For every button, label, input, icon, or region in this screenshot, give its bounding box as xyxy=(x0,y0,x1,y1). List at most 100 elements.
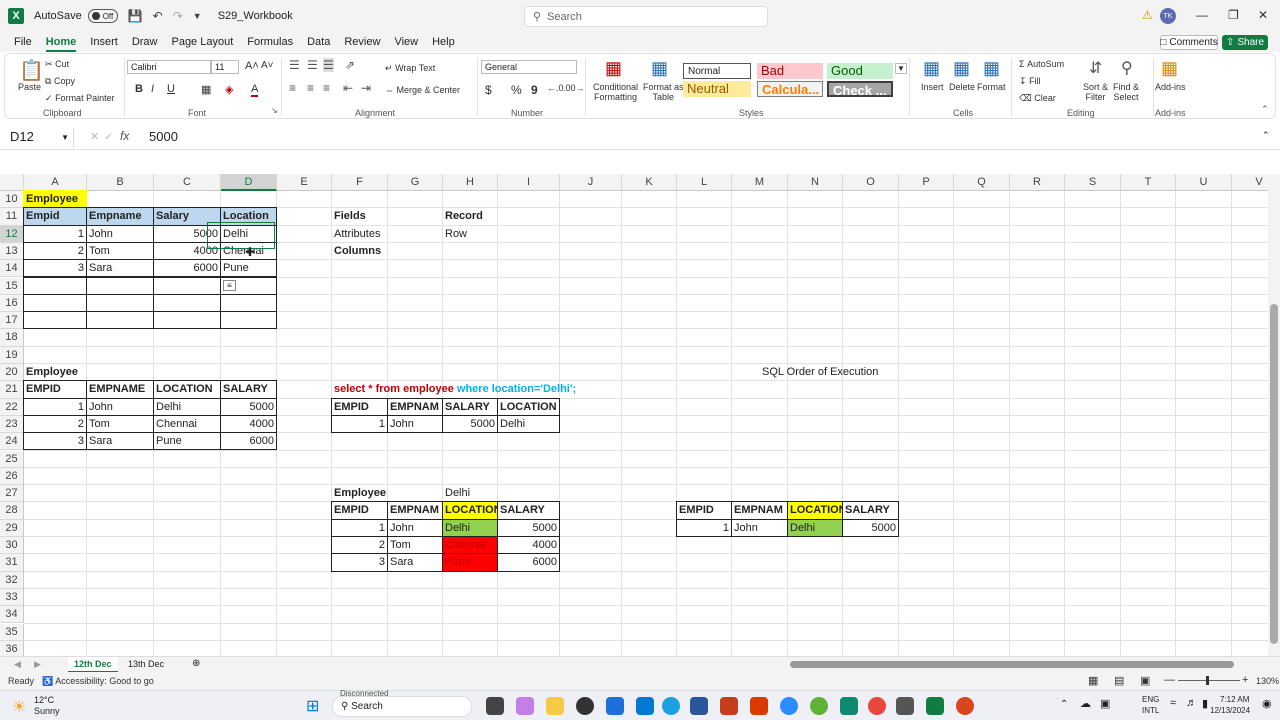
scrollbar-thumb[interactable] xyxy=(1270,304,1278,644)
row-header-12[interactable]: 12 xyxy=(0,225,24,243)
collapse-ribbon-icon[interactable]: ⌃ xyxy=(1261,104,1269,115)
row-header-27[interactable]: 27 xyxy=(0,485,24,503)
table-cell[interactable]: 3 xyxy=(331,553,388,572)
zoom-icon[interactable] xyxy=(780,697,798,715)
table-cell[interactable]: 4000 xyxy=(497,536,560,555)
column-label[interactable]: SALARY xyxy=(442,397,498,416)
empty-cell[interactable] xyxy=(86,293,154,313)
row-header-26[interactable]: 26 xyxy=(0,467,24,486)
zoom-in-icon[interactable]: + xyxy=(1242,674,1248,686)
table-cell[interactable]: 1 xyxy=(23,224,87,243)
whatsapp-icon[interactable] xyxy=(810,697,828,715)
sql-order-label[interactable]: SQL Order of Execution xyxy=(762,364,878,381)
row-header-15[interactable]: 15 xyxy=(0,277,24,295)
align-left-icon[interactable]: ≡ xyxy=(289,81,296,95)
format-painter-button[interactable]: ✓ Format Painter xyxy=(45,93,115,104)
add-sheet-icon[interactable]: ⊕ xyxy=(192,658,200,669)
zoom-slider[interactable] xyxy=(1178,680,1240,681)
maximize-icon[interactable]: ❐ xyxy=(1228,8,1239,22)
merge-center-button[interactable]: ⇔ Merge & Center xyxy=(385,85,460,95)
underline-button[interactable]: U xyxy=(167,83,175,95)
row-header-10[interactable]: 10 xyxy=(0,191,24,209)
windows-start-icon[interactable]: ⊞ xyxy=(306,696,319,716)
table-cell[interactable]: Sara xyxy=(387,553,443,572)
align-right-icon[interactable]: ≡ xyxy=(323,81,330,95)
autosum-button[interactable]: Σ AutoSum xyxy=(1019,59,1064,69)
row-header-23[interactable]: 23 xyxy=(0,415,24,434)
row-header-21[interactable]: 21 xyxy=(0,381,24,399)
attributes-label[interactable]: Attributes xyxy=(331,225,388,243)
column-label[interactable]: LOCATION xyxy=(153,380,221,399)
horizontal-scrollbar[interactable] xyxy=(790,661,1234,668)
row-header-34[interactable]: 34 xyxy=(0,606,24,624)
table-cell[interactable]: Sara xyxy=(86,259,154,278)
table-cell[interactable]: Delhi xyxy=(442,518,498,537)
empty-cell[interactable] xyxy=(86,311,154,330)
column-label[interactable]: SALARY xyxy=(497,501,560,520)
style-neutral[interactable]: Neutral xyxy=(683,81,751,97)
conditional-formatting-button[interactable]: Conditional Formatting xyxy=(593,82,638,102)
formula-input[interactable]: 5000 xyxy=(149,129,178,144)
style-calculation[interactable]: Calcula... xyxy=(757,81,823,97)
empty-cell[interactable] xyxy=(86,276,154,295)
column-label[interactable]: SALARY xyxy=(842,501,899,520)
row-header-35[interactable]: 35 xyxy=(0,623,24,641)
notifications-icon[interactable]: ◉ xyxy=(1262,697,1272,710)
delete-cells-icon[interactable]: ▦ xyxy=(953,58,970,79)
minimize-icon[interactable]: — xyxy=(1196,8,1208,22)
expand-formula-icon[interactable]: ⌃ xyxy=(1262,130,1270,141)
enter-icon[interactable]: ✓ xyxy=(104,130,113,143)
close-icon[interactable]: ✕ xyxy=(1258,8,1268,22)
table-cell[interactable]: Delhi xyxy=(787,518,843,537)
empty-cell[interactable] xyxy=(23,293,87,313)
next-sheet-icon[interactable]: ▶ xyxy=(34,659,41,670)
record-label[interactable]: Record xyxy=(442,207,498,225)
search-input[interactable]: ⚲ Search xyxy=(524,6,768,27)
add-ins-icon[interactable]: ▦ xyxy=(1161,58,1178,79)
table-title[interactable]: Employee xyxy=(23,190,87,209)
row-header-29[interactable]: 29 xyxy=(0,519,24,537)
taskbar-search[interactable]: ⚲ Search xyxy=(332,696,472,717)
column-header-h[interactable]: H xyxy=(443,174,498,191)
tab-review[interactable]: Review xyxy=(344,32,380,52)
cut-button[interactable]: ✂ Cut xyxy=(45,59,69,70)
row-header-11[interactable]: 11 xyxy=(0,208,24,226)
zoom-out-icon[interactable]: — xyxy=(1164,674,1175,686)
column-label[interactable]: EMPID xyxy=(331,397,388,416)
bold-button[interactable]: B xyxy=(135,83,143,95)
table-cell[interactable]: Tom xyxy=(86,241,154,261)
table-cell[interactable]: Sara xyxy=(86,432,154,451)
tab-draw[interactable]: Draw xyxy=(132,32,158,52)
table-cell[interactable]: John xyxy=(86,397,154,416)
tab-insert[interactable]: Insert xyxy=(90,32,118,52)
column-header-l[interactable]: L xyxy=(677,174,732,191)
sort-filter-icon[interactable]: ⇵ xyxy=(1089,58,1102,78)
sort-filter-button[interactable]: Sort & Filter xyxy=(1083,82,1108,102)
select-all-corner[interactable] xyxy=(0,174,24,191)
align-top-icon[interactable]: ☰ xyxy=(289,58,300,72)
task-view-icon[interactable] xyxy=(486,697,504,715)
edge-icon[interactable] xyxy=(662,697,680,715)
tab-data[interactable]: Data xyxy=(307,32,330,52)
increase-decimal-icon[interactable]: ←.0 xyxy=(547,83,564,93)
table-cell[interactable]: 3 xyxy=(23,259,87,278)
number-format-select[interactable]: General xyxy=(481,60,577,74)
format-cells-icon[interactable]: ▦ xyxy=(983,58,1000,79)
column-header-f[interactable]: F xyxy=(332,174,388,191)
column-label[interactable]: Empname xyxy=(86,207,154,226)
table-cell[interactable]: 5000 xyxy=(497,518,560,537)
table-cell[interactable]: John xyxy=(86,224,154,243)
empty-cell[interactable] xyxy=(153,293,221,313)
table-title[interactable]: Employee xyxy=(23,363,87,381)
empty-cell[interactable] xyxy=(153,276,221,295)
column-header-k[interactable]: K xyxy=(622,174,677,191)
table-cell[interactable]: 6000 xyxy=(497,553,560,572)
sheet-tab-12th-dec[interactable]: 12th Dec xyxy=(68,657,118,673)
conditional-formatting-icon[interactable]: ▦ xyxy=(605,58,622,79)
table-cell[interactable]: Chennai xyxy=(442,536,498,555)
table-cell[interactable]: 1 xyxy=(331,414,388,434)
column-label[interactable]: LOCATION xyxy=(787,501,843,520)
column-label[interactable]: EMPID xyxy=(676,501,732,520)
font-size-select[interactable]: 11 xyxy=(211,60,239,74)
table-cell[interactable]: Tom xyxy=(387,536,443,555)
